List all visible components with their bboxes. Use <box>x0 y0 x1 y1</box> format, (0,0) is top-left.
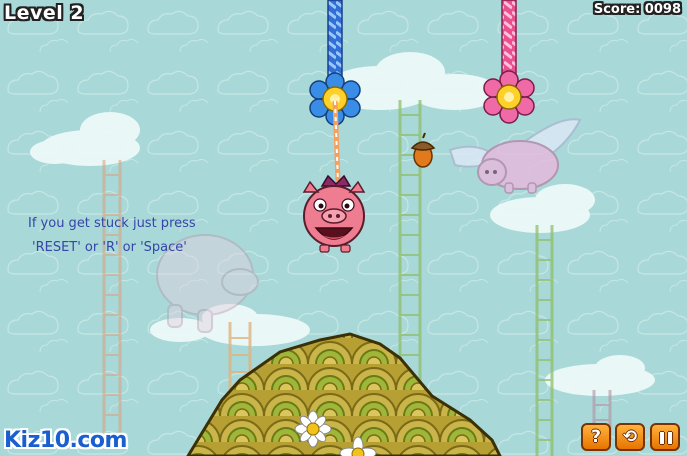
kiz10-logo[interactable]: Kiz10.com <box>4 428 127 453</box>
reset-button[interactable]: ⟲ <box>615 423 645 451</box>
hint-line-1: If you get stuck just press <box>28 216 196 231</box>
reset-icon: ⟲ <box>622 427 638 447</box>
pause-icon: ❚❚ <box>656 430 675 444</box>
level-indicator: Level 2 <box>4 2 85 24</box>
help-button[interactable]: ? <box>581 423 611 451</box>
score-display: Score: 0098 <box>593 2 681 17</box>
pink-flower-anchor <box>483 70 535 124</box>
game-stage[interactable]: Level 2 Score: 0098 If you get stuck jus… <box>0 0 687 456</box>
pink-rope <box>501 0 517 79</box>
hint-text: If you get stuck just press 'RESET' or '… <box>28 212 228 260</box>
pause-button[interactable]: ❚❚ <box>650 423 680 451</box>
help-icon: ? <box>591 427 601 447</box>
hint-line-2: 'RESET' or 'R' or 'Space' <box>32 240 187 255</box>
